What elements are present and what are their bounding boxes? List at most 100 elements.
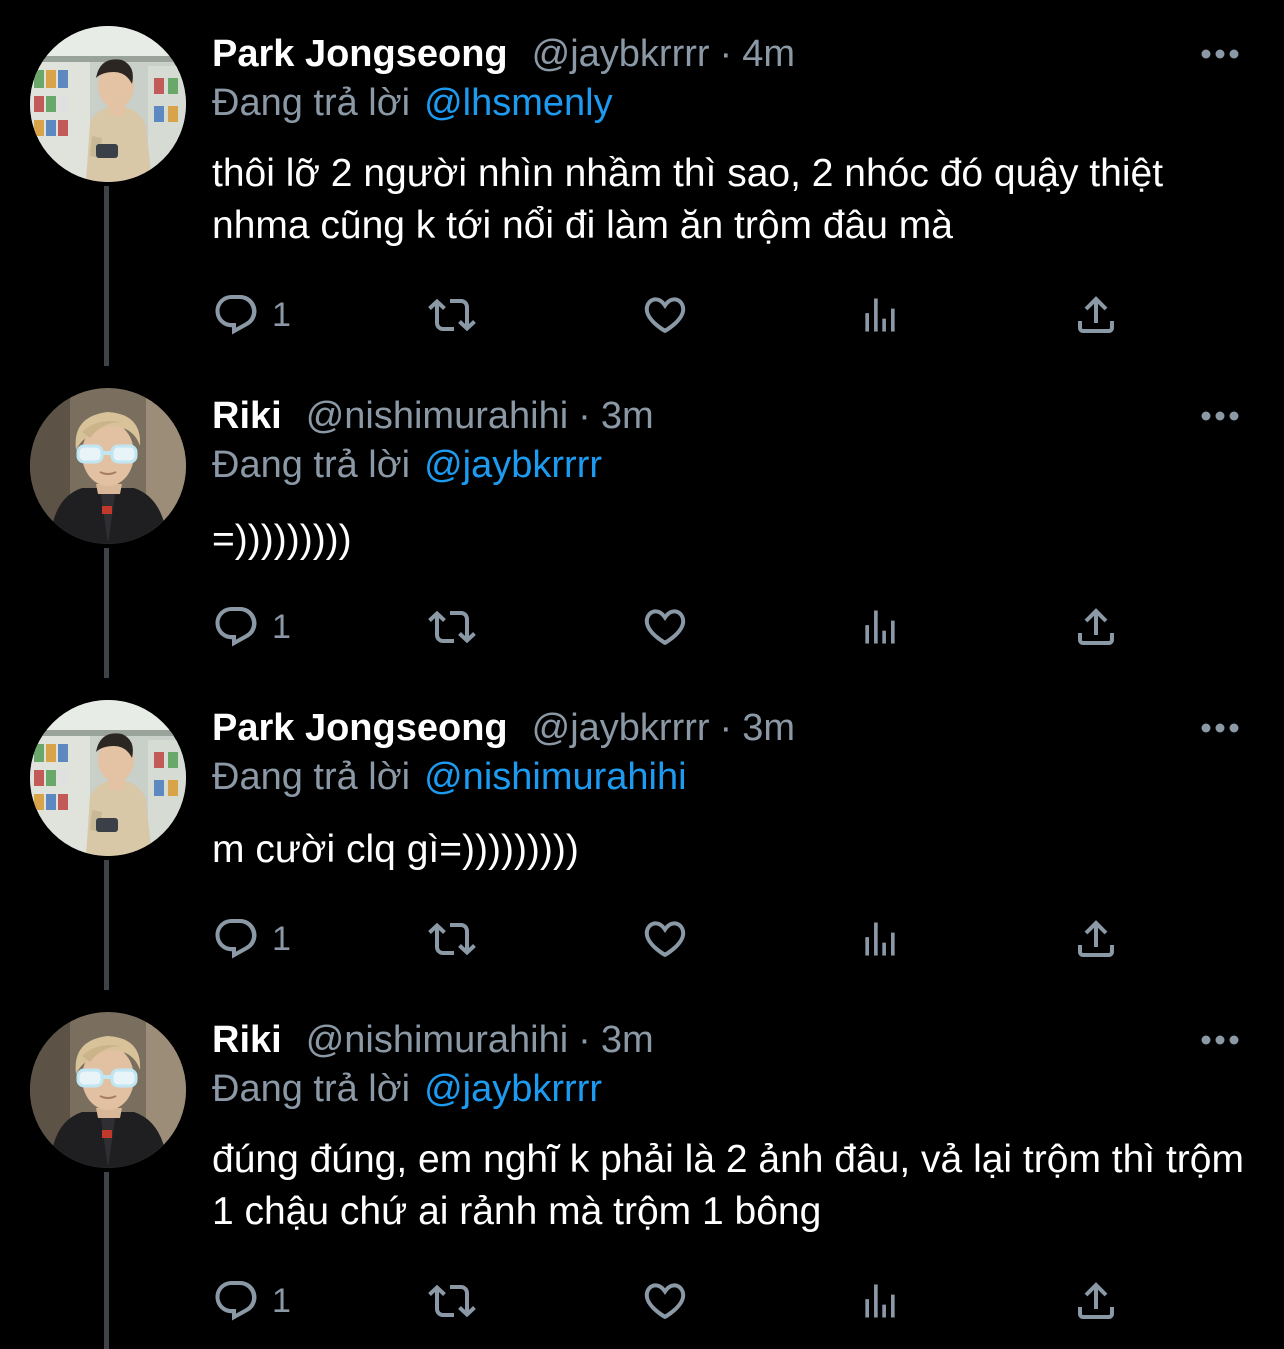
avatar-park-jongseong[interactable]	[30, 26, 186, 182]
more-options-button[interactable]	[1200, 44, 1240, 64]
tweet-thread: Park Jongseong @jaybkrrrr · 4m Đang trả …	[0, 0, 1284, 1349]
replying-label: Đang trả lời	[212, 1068, 411, 1110]
tweet-time[interactable]: 4m	[742, 33, 795, 76]
avatar-photo-sunglasses-icon	[30, 1012, 186, 1168]
author-name[interactable]: Park Jongseong	[212, 707, 508, 750]
author-handle[interactable]: @jaybkrrrr	[532, 33, 710, 76]
tweet-header: Riki @nishimurahihi · 3m	[212, 1016, 654, 1064]
share-button[interactable]	[1072, 914, 1120, 964]
share-icon	[1072, 1277, 1120, 1325]
reply-button[interactable]: 1	[212, 914, 291, 964]
tweet-header: Park Jongseong @jaybkrrrr · 4m	[212, 30, 795, 78]
tweet-header: Riki @nishimurahihi · 3m	[212, 392, 654, 440]
separator-dot: ·	[578, 1018, 591, 1061]
avatar-photo-sunglasses-icon	[30, 388, 186, 544]
replying-label: Đang trả lời	[212, 82, 411, 124]
reply-count: 1	[272, 607, 291, 646]
author-handle[interactable]: @nishimurahihi	[306, 395, 568, 438]
author-name[interactable]: Riki	[212, 395, 282, 438]
reply-count: 1	[272, 919, 291, 958]
like-button[interactable]	[640, 914, 690, 964]
reply-button[interactable]: 1	[212, 290, 291, 340]
tweet-actions: 1	[212, 290, 1132, 340]
like-icon	[640, 1277, 690, 1325]
thread-line	[104, 548, 109, 678]
retweet-button[interactable]	[424, 602, 480, 652]
tweet-3[interactable]: Park Jongseong @jaybkrrrr · 3m Đang trả …	[0, 674, 1284, 990]
avatar-riki[interactable]	[30, 388, 186, 544]
replying-mention-link[interactable]: @jaybkrrrr	[424, 444, 602, 486]
tweet-text: =)))))))))	[212, 518, 352, 561]
analytics-icon	[858, 1277, 902, 1325]
tweet-time[interactable]: 3m	[601, 1019, 654, 1062]
reply-button[interactable]: 1	[212, 1276, 291, 1326]
avatar-photo-store-icon	[30, 700, 186, 856]
author-name[interactable]: Park Jongseong	[212, 33, 508, 76]
more-dots-icon	[1201, 1035, 1239, 1045]
avatar-riki[interactable]	[30, 1012, 186, 1168]
analytics-button[interactable]	[858, 1276, 902, 1326]
tweet-text: thôi lỡ 2 người nhìn nhầm thì sao, 2 nhó…	[212, 152, 1164, 247]
tweet-4[interactable]: Riki @nishimurahihi · 3m Đang trả lời @ja…	[0, 986, 1284, 1349]
replying-label: Đang trả lời	[212, 756, 411, 798]
share-button[interactable]	[1072, 290, 1120, 340]
separator-dot: ·	[578, 394, 591, 437]
replying-mention-link[interactable]: @lhsmenly	[424, 82, 613, 124]
more-dots-icon	[1201, 49, 1239, 59]
retweet-icon	[424, 915, 480, 963]
retweet-button[interactable]	[424, 290, 480, 340]
separator-dot: ·	[719, 32, 733, 75]
replying-to: Đang trả lời @nishimurahihi	[212, 756, 687, 799]
reply-button[interactable]: 1	[212, 602, 291, 652]
retweet-icon	[424, 291, 480, 339]
reply-count: 1	[272, 295, 291, 334]
analytics-icon	[858, 603, 902, 651]
retweet-button[interactable]	[424, 1276, 480, 1326]
analytics-icon	[858, 915, 902, 963]
replying-to: Đang trả lời @jaybkrrrr	[212, 1068, 602, 1111]
like-button[interactable]	[640, 290, 690, 340]
tweet-actions: 1	[212, 602, 1132, 652]
retweet-button[interactable]	[424, 914, 480, 964]
retweet-icon	[424, 1277, 480, 1325]
tweet-text: đúng đúng, em nghĩ k phải là 2 ảnh đâu, …	[212, 1138, 1244, 1233]
replying-to: Đang trả lời @jaybkrrrr	[212, 444, 602, 487]
tweet-2[interactable]: Riki @nishimurahihi · 3m Đang trả lời @ja…	[0, 362, 1284, 678]
author-handle[interactable]: @nishimurahihi	[306, 1019, 568, 1062]
tweet-actions: 1	[212, 914, 1132, 964]
more-options-button[interactable]	[1200, 718, 1240, 738]
more-dots-icon	[1201, 723, 1239, 733]
author-name[interactable]: Riki	[212, 1019, 282, 1062]
like-button[interactable]	[640, 1276, 690, 1326]
share-icon	[1072, 603, 1120, 651]
separator-dot: ·	[719, 706, 733, 749]
share-button[interactable]	[1072, 1276, 1120, 1326]
replying-mention-link[interactable]: @jaybkrrrr	[424, 1068, 602, 1110]
reply-count: 1	[272, 1281, 291, 1320]
replying-to: Đang trả lời @lhsmenly	[212, 82, 613, 125]
replying-label: Đang trả lời	[212, 444, 411, 486]
share-button[interactable]	[1072, 602, 1120, 652]
analytics-icon	[858, 291, 902, 339]
like-button[interactable]	[640, 602, 690, 652]
more-options-button[interactable]	[1200, 406, 1240, 426]
analytics-button[interactable]	[858, 602, 902, 652]
reply-icon	[212, 603, 260, 651]
like-icon	[640, 291, 690, 339]
more-dots-icon	[1201, 411, 1239, 421]
replying-mention-link[interactable]: @nishimurahihi	[424, 756, 686, 798]
tweet-time[interactable]: 3m	[742, 707, 795, 750]
reply-icon	[212, 915, 260, 963]
like-icon	[640, 603, 690, 651]
avatar-park-jongseong[interactable]	[30, 700, 186, 856]
thread-line	[104, 186, 109, 366]
thread-line	[104, 860, 109, 990]
analytics-button[interactable]	[858, 290, 902, 340]
tweet-time[interactable]: 3m	[601, 395, 654, 438]
analytics-button[interactable]	[858, 914, 902, 964]
reply-icon	[212, 1277, 260, 1325]
retweet-icon	[424, 603, 480, 651]
more-options-button[interactable]	[1200, 1030, 1240, 1050]
author-handle[interactable]: @jaybkrrrr	[532, 707, 710, 750]
tweet-1[interactable]: Park Jongseong @jaybkrrrr · 4m Đang trả …	[0, 0, 1284, 366]
